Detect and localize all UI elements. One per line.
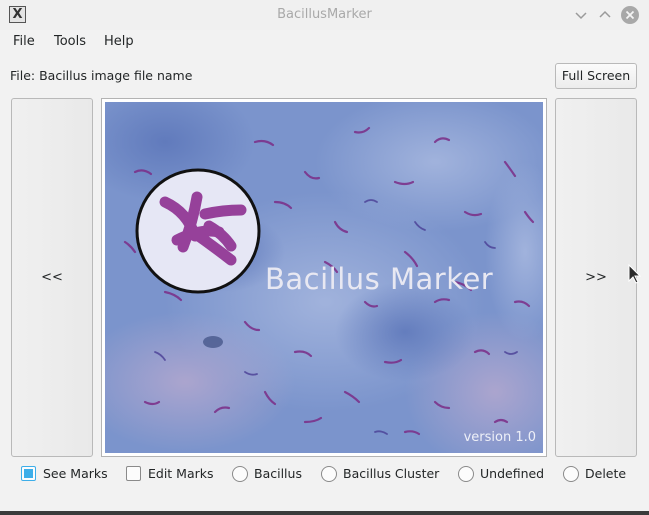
- radio-bacillus[interactable]: Bacillus: [232, 464, 307, 484]
- close-icon: [621, 6, 639, 24]
- radio-delete-label: Delete: [585, 466, 627, 481]
- menu-help[interactable]: Help: [104, 34, 134, 49]
- window-bottom-edge: [0, 511, 649, 515]
- radio-undefined[interactable]: Undefined: [458, 464, 548, 484]
- radio-unselected-icon: [321, 466, 337, 482]
- previous-image-button[interactable]: <<: [11, 98, 93, 457]
- menu-tools[interactable]: Tools: [54, 34, 86, 49]
- checkbox-checked-icon: [21, 466, 36, 481]
- file-name-label: File: Bacillus image file name: [10, 68, 193, 83]
- menu-bar: File Tools Help: [0, 30, 649, 54]
- radio-unselected-icon: [458, 466, 474, 482]
- splash-title: Bacillus Marker: [265, 262, 494, 296]
- close-button[interactable]: [620, 5, 640, 25]
- microscope-image[interactable]: Bacillus Marker version 1.0: [105, 102, 543, 453]
- menu-file[interactable]: File: [13, 34, 35, 49]
- radio-unselected-icon: [563, 466, 579, 482]
- full-screen-button[interactable]: Full Screen: [555, 63, 637, 89]
- image-viewer: Bacillus Marker version 1.0: [101, 98, 547, 457]
- bacillus-logo-icon: [135, 168, 261, 294]
- radio-bacillus-cluster[interactable]: Bacillus Cluster: [321, 464, 441, 484]
- title-bar: X BacillusMarker: [0, 0, 649, 30]
- next-image-button[interactable]: >>: [555, 98, 637, 457]
- radio-delete[interactable]: Delete: [563, 464, 633, 484]
- radio-bacillus-label: Bacillus: [254, 466, 302, 481]
- maximize-button[interactable]: [595, 5, 615, 25]
- checkbox-unchecked-icon: [126, 466, 141, 481]
- radio-undefined-label: Undefined: [480, 466, 545, 481]
- see-marks-label: See Marks: [43, 466, 108, 481]
- see-marks-checkbox[interactable]: See Marks: [21, 464, 111, 484]
- mouse-pointer-icon: [628, 263, 642, 288]
- minimize-button[interactable]: [571, 5, 591, 25]
- chevron-up-icon: [599, 10, 611, 18]
- window-title: BacillusMarker: [277, 7, 372, 22]
- marking-options: See Marks Edit Marks Bacillus Bacillus C…: [0, 464, 649, 484]
- radio-bacillus-cluster-label: Bacillus Cluster: [343, 466, 440, 481]
- chevron-down-icon: [575, 12, 587, 20]
- version-label: version 1.0: [463, 430, 536, 445]
- radio-unselected-icon: [232, 466, 248, 482]
- edit-marks-checkbox[interactable]: Edit Marks: [126, 464, 216, 484]
- edit-marks-label: Edit Marks: [148, 466, 214, 481]
